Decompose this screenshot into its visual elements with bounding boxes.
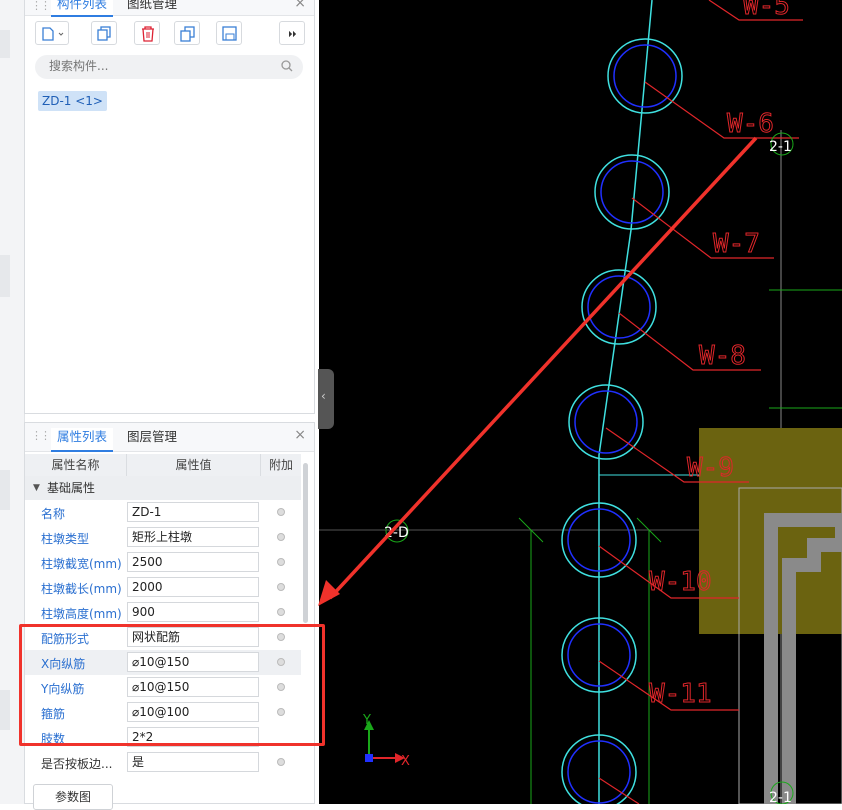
arrow-head-icon (318, 580, 340, 606)
highlight-box (19, 624, 325, 746)
annotation-arrow (328, 136, 758, 600)
